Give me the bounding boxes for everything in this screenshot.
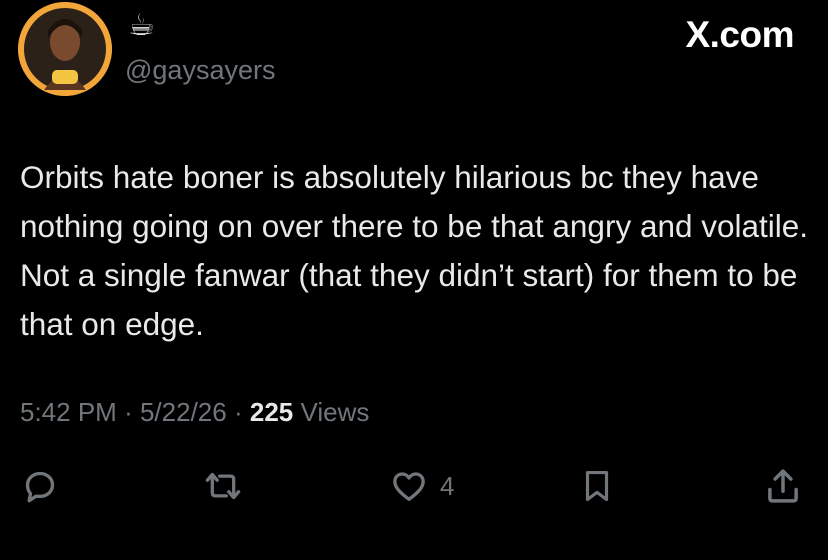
avatar-image (18, 2, 112, 96)
retweet-icon (205, 472, 241, 500)
like-button[interactable]: 4 (388, 462, 454, 510)
tweet-time[interactable]: 5:42 PM (20, 397, 117, 427)
bookmark-icon (585, 470, 609, 502)
reply-button[interactable] (20, 462, 60, 510)
tweet-text: Orbits hate boner is absolutely hilariou… (20, 159, 809, 342)
meta-separator: · (233, 397, 243, 427)
brand-logo-text: X.com (685, 14, 794, 55)
share-icon (768, 469, 798, 503)
bookmark-button[interactable] (578, 462, 616, 510)
tweet-actions-bar: 4 (0, 462, 828, 510)
like-count: 4 (440, 470, 455, 501)
username-handle[interactable]: @gaysayers (125, 54, 275, 86)
views-label: Views (300, 397, 370, 427)
tweet-meta: 5:42 PM · 5/22/26 · 225 Views (20, 395, 369, 429)
avatar[interactable] (18, 2, 112, 96)
meta-separator: · (124, 397, 133, 427)
like-icon (393, 472, 425, 501)
display-name[interactable]: ☕ (128, 8, 155, 44)
views-count: 225 (249, 397, 294, 427)
retweet-button[interactable] (200, 462, 246, 510)
reply-icon (25, 471, 55, 503)
share-button[interactable] (762, 462, 804, 510)
tweet-date[interactable]: 5/22/26 (140, 397, 227, 427)
